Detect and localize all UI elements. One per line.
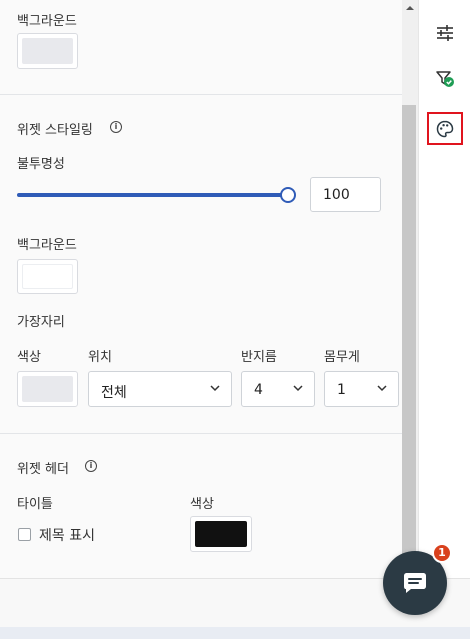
palette-tab-highlight[interactable] — [427, 112, 463, 145]
swatch-fill — [22, 264, 73, 289]
chevron-down-icon — [293, 385, 303, 392]
border-position-value: 전체 — [101, 385, 127, 401]
opacity-label: 불투명성 — [17, 157, 65, 172]
border-radius-select[interactable]: 4 — [241, 371, 315, 407]
bottom-strip — [0, 627, 470, 639]
border-thickness-select[interactable]: 1 — [324, 371, 399, 407]
background-label: 백그라운드 — [17, 238, 77, 253]
background-label-top: 백그라운드 — [17, 14, 77, 29]
chat-button[interactable]: 1 — [383, 543, 452, 615]
opacity-input[interactable]: 100 — [310, 177, 381, 212]
header-title-label: 타이틀 — [17, 497, 53, 512]
border-color-label: 색상 — [17, 350, 41, 365]
border-radius-value: 4 — [254, 382, 263, 398]
swatch-fill — [22, 376, 73, 402]
opacity-input-value: 100 — [323, 187, 350, 203]
background-color-swatch-top[interactable] — [17, 33, 78, 69]
border-position-label: 위치 — [88, 350, 112, 365]
widget-styling-title: 위젯 스타일링 — [17, 123, 93, 138]
filter-check-icon[interactable] — [435, 69, 455, 89]
border-label: 가장자리 — [17, 315, 65, 330]
border-thickness-value: 1 — [337, 382, 346, 398]
border-radius-label: 반지름 — [241, 350, 277, 365]
border-thickness-label: 몸무게 — [324, 350, 360, 365]
chevron-down-icon — [210, 385, 220, 392]
opacity-slider-handle[interactable] — [280, 187, 296, 203]
info-icon[interactable]: i — [110, 121, 122, 133]
border-position-select[interactable]: 전체 — [88, 371, 232, 407]
show-title-label: 제목 표시 — [39, 528, 95, 544]
swatch-fill — [22, 38, 73, 64]
section-divider — [0, 433, 402, 434]
chat-badge: 1 — [432, 543, 452, 563]
border-color-swatch[interactable] — [17, 371, 78, 407]
sliders-icon[interactable] — [435, 24, 455, 42]
settings-panel: 백그라운드 위젯 스타일링 i 불투명성 100 백그라운드 가장자리 색상 위… — [0, 0, 402, 578]
right-toolbar — [418, 0, 470, 578]
scrollbar-thumb[interactable] — [402, 105, 416, 578]
section-divider — [0, 94, 402, 95]
show-title-checkbox[interactable] — [18, 528, 31, 541]
header-color-swatch[interactable] — [190, 516, 252, 552]
header-color-label: 색상 — [190, 497, 214, 512]
widget-header-title: 위젯 헤더 — [17, 462, 69, 477]
scroll-up-arrow-icon[interactable] — [405, 4, 415, 12]
background-color-swatch[interactable] — [17, 259, 78, 294]
info-icon[interactable]: i — [85, 460, 97, 472]
chevron-down-icon — [377, 385, 387, 392]
opacity-slider-track[interactable] — [17, 193, 288, 197]
swatch-fill — [195, 521, 247, 547]
chat-icon — [404, 573, 426, 593]
palette-icon — [436, 120, 454, 138]
